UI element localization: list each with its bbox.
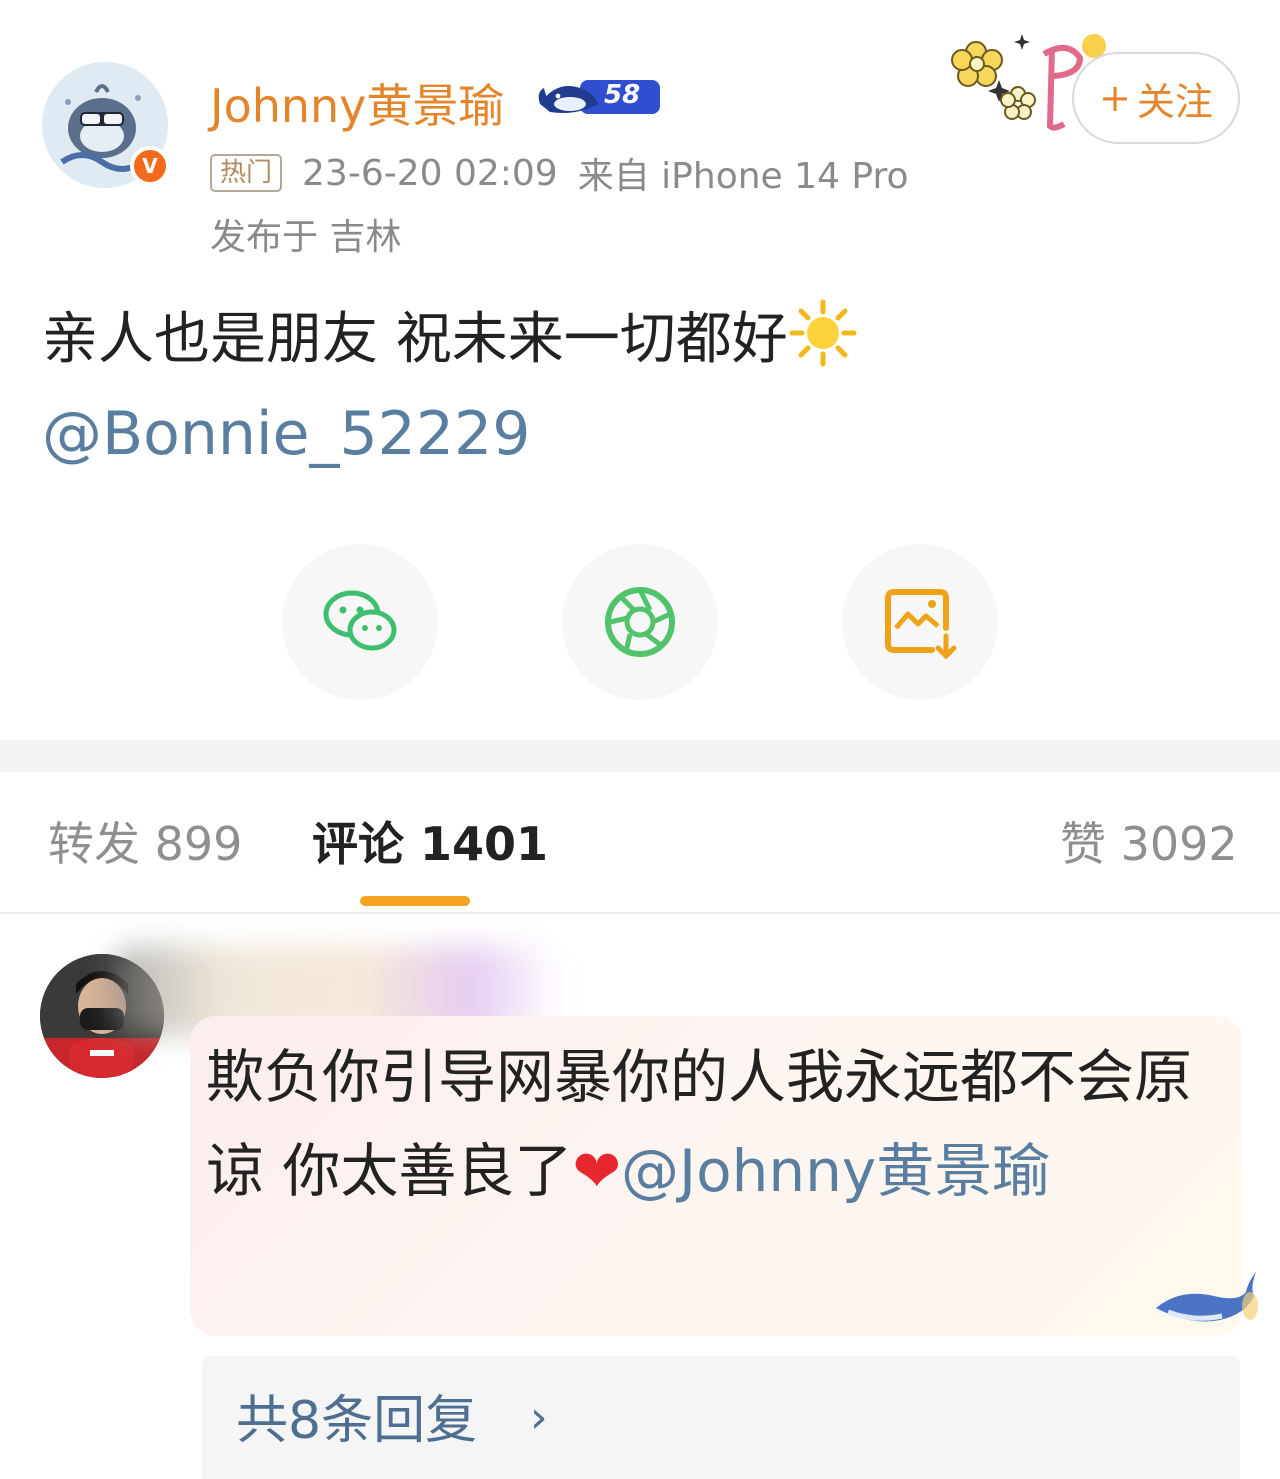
post-text: 亲人也是朋友 祝未来一切都好 [42,298,858,380]
post-text-content: 亲人也是朋友 祝未来一切都好 [42,307,788,372]
post-meta: 热门 23-6-20 02:09 来自 iPhone 14 Pro [210,148,909,198]
save-image-button[interactable] [842,544,998,700]
plus-icon: + [1099,76,1131,120]
share-wechat-button[interactable] [282,544,438,700]
post-source: 来自 iPhone 14 Pro [577,156,909,197]
heart-emoji: ❤ [572,1137,622,1205]
wechat-icon [323,590,397,651]
tab-divider [0,912,1280,914]
view-replies-link[interactable]: 共8条回复 [236,1386,477,1456]
level-badge [536,74,662,120]
sun-emoji-icon [789,299,857,367]
follow-label: 关注 [1136,79,1213,124]
author-name[interactable]: Johnny黄景瑜 [210,70,504,136]
verified-mark: V [142,154,158,178]
section-divider [0,740,1280,772]
post-mention-link[interactable]: @Bonnie_52229 [42,394,530,474]
post-location: 发布于 吉林 [210,217,402,258]
whale-decoration-icon [1156,1272,1258,1322]
tab-likes[interactable]: 赞 3092 [1060,812,1238,876]
whale-level-icon [538,80,660,114]
tab-repost[interactable]: 转发 899 [48,812,242,876]
moments-icon [605,587,675,657]
hot-tag: 热门 [210,154,283,192]
post-timestamp: 23-6-20 02:09 [302,152,558,194]
active-tab-indicator [360,896,470,906]
chevron-right-icon[interactable]: › [530,1392,548,1443]
follow-button[interactable]: + 关注 [1072,52,1240,144]
save-image-icon [885,589,957,660]
level-number: 58 [604,80,641,110]
comment-text: 欺负你引导网暴你的人我永远都不会原谅 你太善良了❤@Johnny黄景瑜 [206,1030,1196,1218]
verified-badge-icon: V [130,146,170,186]
share-moments-button[interactable] [562,544,718,700]
comment-mention-link[interactable]: @Johnny黄景瑜 [621,1137,1050,1205]
tab-comments[interactable]: 评论 1401 [312,812,548,876]
